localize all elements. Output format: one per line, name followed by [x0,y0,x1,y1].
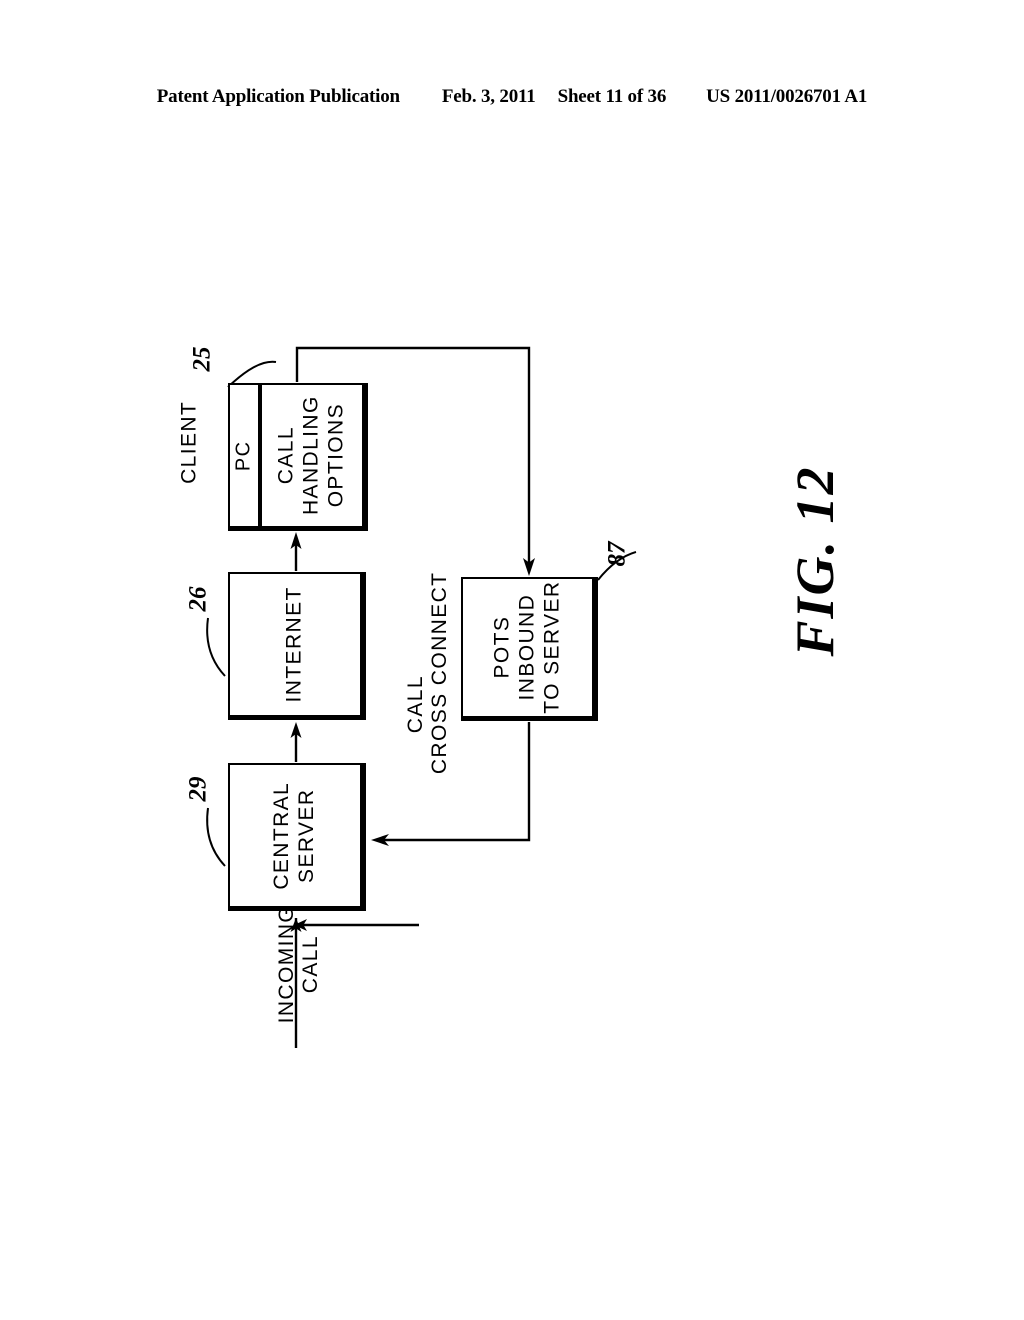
block-internet[interactable]: INTERNET [228,572,366,720]
cho-line-3: OPTIONS [324,403,348,508]
block-client-cell-pc[interactable]: PC [230,385,262,526]
block-central-server-label: CENTRAL SERVER [270,782,320,890]
reference-numeral-26: 26 [184,586,212,612]
block-client[interactable]: PC CALL HANDLING OPTIONS [228,383,368,531]
block-central-server[interactable]: CENTRAL SERVER [228,763,366,911]
call-cross-connect-line-2: CROSS CONNECT [428,571,451,775]
cho-line-2: HANDLING [299,395,323,516]
block-client-call-handling-options-label: CALL HANDLING OPTIONS [275,396,349,516]
connector-internet-to-client [290,532,302,571]
incoming-call-line-1: INCOMING [274,904,298,1024]
leader-line-26 [206,617,226,677]
block-pots-label: POTS INBOUND TO SERVER [490,581,564,714]
reference-numeral-25: 25 [188,346,216,372]
leader-line-29 [206,807,226,867]
label-client-caption: CLIENT [177,400,201,484]
cho-line-1: CALL [274,426,298,485]
block-client-pc-label: PC [232,440,255,471]
central-server-line-1: CENTRAL [270,781,294,890]
label-incoming-call: INCOMING CALL [275,899,323,1029]
reference-numeral-87: 87 [603,541,631,567]
block-internet-label: INTERNET [282,586,306,703]
block-client-cell-call-handling-options[interactable]: CALL HANDLING OPTIONS [262,385,362,526]
pots-line-1: POTS [490,616,514,679]
reference-numeral-29: 29 [184,776,212,802]
call-cross-connect-line-1: CALL [403,675,427,734]
label-call-cross-connect: CALL CROSS CONNECT [403,571,452,775]
central-server-line-2: SERVER [294,788,318,883]
block-pots-inbound-to-server[interactable]: POTS INBOUND TO SERVER [461,577,598,721]
figure-caption: FIG. 12 [785,465,845,657]
pots-line-3: TO SERVER [539,580,563,715]
incoming-call-line-2: CALL [299,935,322,994]
connector-central-server-to-internet [290,722,302,762]
pots-line-2: INBOUND [515,594,539,701]
